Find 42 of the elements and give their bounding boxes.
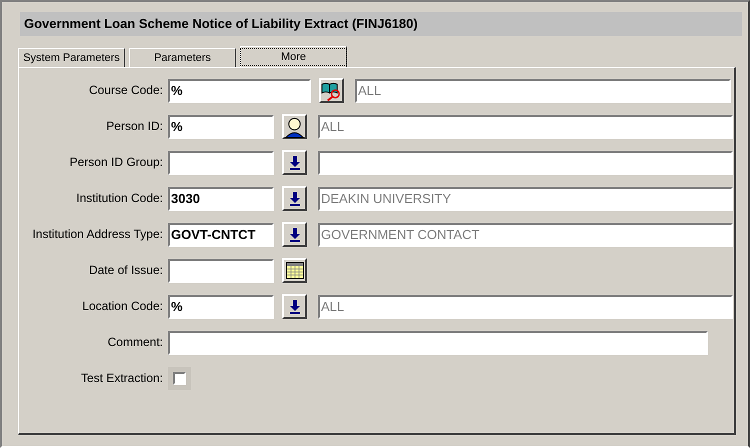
description-field[interactable]: ALL bbox=[355, 78, 731, 102]
lookup-button[interactable] bbox=[282, 150, 307, 175]
description-field[interactable]: GOVERNMENT CONTACT bbox=[318, 222, 733, 246]
tab[interactable]: More bbox=[240, 46, 347, 67]
book-magnifier-icon bbox=[321, 80, 342, 100]
code-field[interactable] bbox=[168, 150, 274, 174]
calendar-icon bbox=[286, 262, 304, 279]
down-arrow-icon bbox=[290, 300, 300, 314]
lookup-button[interactable] bbox=[319, 78, 344, 103]
description-field[interactable] bbox=[318, 150, 733, 174]
field-label: Person ID Group: bbox=[68, 155, 163, 170]
window-title: Government Loan Scheme Notice of Liability Extract (FINJ6180) bbox=[24, 15, 418, 34]
down-arrow-icon bbox=[290, 156, 300, 170]
field-label: Institution Code: bbox=[75, 191, 163, 206]
lookup-button[interactable] bbox=[282, 114, 307, 139]
down-arrow-icon bbox=[290, 228, 300, 242]
field-label: Course Code: bbox=[88, 83, 163, 98]
lookup-button[interactable] bbox=[282, 222, 307, 247]
field-label: Comment: bbox=[106, 335, 163, 350]
code-field[interactable]: 3030 bbox=[168, 186, 274, 210]
field-label: Person ID: bbox=[105, 119, 163, 134]
lookup-button[interactable] bbox=[282, 294, 307, 319]
tab[interactable]: System Parameters bbox=[18, 48, 125, 67]
description-field[interactable]: ALL bbox=[318, 114, 733, 138]
code-field[interactable]: % bbox=[168, 114, 274, 138]
checkbox[interactable] bbox=[173, 372, 186, 385]
description-field[interactable]: ALL bbox=[318, 294, 733, 318]
field-label: Test Extraction: bbox=[80, 371, 163, 386]
lookup-button[interactable] bbox=[282, 258, 307, 283]
field-label: Institution Address Type: bbox=[31, 227, 163, 242]
person-icon bbox=[284, 116, 305, 138]
date-field[interactable] bbox=[168, 258, 274, 282]
field-label: Location Code: bbox=[81, 299, 163, 314]
code-field[interactable]: % bbox=[168, 294, 274, 318]
down-arrow-icon bbox=[290, 192, 300, 206]
field-label: Date of Issue: bbox=[88, 263, 163, 278]
code-field[interactable]: % bbox=[168, 78, 311, 102]
description-field[interactable]: DEAKIN UNIVERSITY bbox=[318, 186, 733, 210]
code-field[interactable]: GOVT-CNTCT bbox=[168, 222, 274, 246]
comment-field[interactable] bbox=[168, 330, 708, 354]
tab[interactable]: Parameters bbox=[129, 48, 236, 67]
lookup-button[interactable] bbox=[282, 186, 307, 211]
